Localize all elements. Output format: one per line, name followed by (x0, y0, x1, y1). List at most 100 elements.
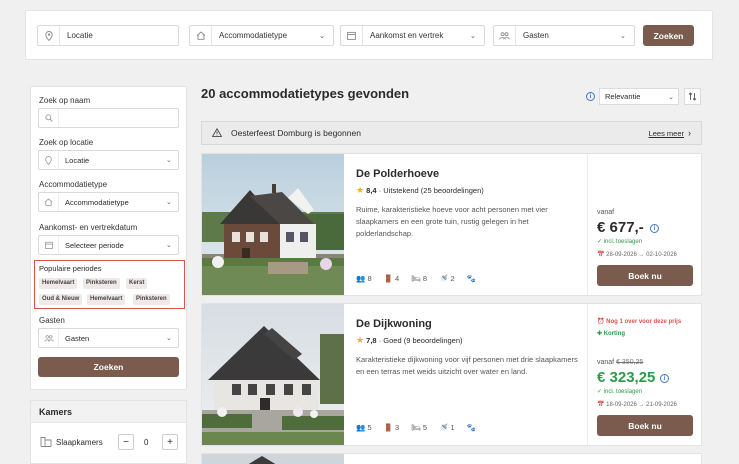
period-chip[interactable]: Oud & Nieuw (39, 294, 83, 305)
house-icon (39, 193, 59, 211)
alert-text: Oesterfeest Domburg is begonnen (231, 128, 361, 138)
beds-amenity: 🛏 8 (411, 274, 427, 283)
accommodation-type-select[interactable]: Accommodatietype ⌄ (189, 25, 334, 46)
chevron-down-icon: ⌄ (620, 32, 626, 40)
rating: ★ 7,8 · Goed (9 beoordelingen) (356, 335, 463, 346)
chevron-down-icon: ⌄ (319, 32, 325, 40)
amenity-value: 5 (422, 423, 428, 432)
accommodation-photo[interactable] (202, 154, 344, 295)
guests-icon: 👥 (356, 423, 366, 432)
location-filter-value: Locatie (65, 155, 90, 165)
price-column: ⏰ Nog 1 over voor deze prijs ✚ Korting v… (587, 304, 702, 445)
stay-dates: 📅 18-09-2026 → 21-09-2026 (597, 402, 677, 408)
type-filter-select[interactable]: Accommodatietype ⌄ (38, 192, 179, 212)
bedrooms-decrement-button[interactable]: − (118, 434, 134, 450)
chevron-down-icon: ⌄ (166, 157, 172, 164)
shower-icon: 🚿 (439, 423, 449, 432)
location-filter-select[interactable]: Locatie ⌄ (38, 150, 179, 170)
amenities-row: 👥 5 🚪 3 🛏 5 🚿 1 🐾 (356, 423, 476, 432)
location-filter-label: Zoek op locatie (39, 138, 94, 147)
chevron-down-icon: ⌄ (470, 32, 476, 40)
info-icon[interactable]: i (650, 224, 659, 233)
popular-periods-label: Populaire periodes (39, 264, 102, 273)
guests-filter-select[interactable]: Gasten ⌄ (38, 328, 179, 348)
rooms-filter: Kamers Slaapkamers − 0 + (30, 400, 187, 464)
rating: ★ 8,4 · Uitstekend (25 beoordelingen) (356, 185, 484, 196)
price-prefix: vanaf (597, 209, 615, 216)
price: € 677,- (597, 219, 644, 236)
incl-surcharges: ✓ incl. toeslagen (597, 239, 643, 245)
read-more-link[interactable]: Lees meer (649, 129, 684, 138)
guests-select[interactable]: Gasten ⌄ (493, 25, 635, 46)
sort-order-icon (688, 92, 697, 101)
price-prefix: vanaf (597, 359, 615, 366)
stay-dates: 📅 28-09-2026 → 02-10-2026 (597, 252, 677, 258)
sort-order-button[interactable] (684, 88, 701, 105)
star-icon: ★ (356, 335, 365, 345)
search-icon (39, 109, 59, 127)
info-icon[interactable]: i (660, 374, 669, 383)
bathrooms-amenity: 🚿 2 (439, 274, 455, 283)
alarm-icon: ⏰ (597, 319, 605, 325)
accommodation-card[interactable]: De Dijkwoning ★ 7,8 · Goed (9 beoordelin… (201, 303, 702, 446)
limited-availability-badge: ⏰ Nog 1 over voor deze prijs (597, 319, 682, 325)
location-pin-icon (38, 26, 60, 45)
dates-select[interactable]: Aankomst en vertrek ⌄ (340, 25, 485, 46)
pets-amenity: 🐾 (467, 274, 476, 283)
book-now-button[interactable]: Boek nu (597, 265, 693, 286)
sidebar-search-button[interactable]: Zoeken (38, 357, 179, 377)
bedrooms-value: 0 (144, 438, 149, 447)
accommodation-card[interactable]: De Polderhoeve ★ 8,4 · Uitstekend (25 be… (201, 153, 702, 296)
sort-select[interactable]: Relevantie ⌄ (599, 88, 679, 105)
results-count-title: 20 accommodatietypes gevonden (201, 86, 410, 101)
chevron-right-icon: › (688, 128, 691, 138)
top-search-button[interactable]: Zoeken (643, 25, 694, 46)
period-chip[interactable]: Kerst (126, 278, 148, 289)
calendar-icon: 📅 (597, 402, 605, 408)
amenity-value: 2 (450, 274, 455, 283)
period-filter-label: Aankomst- en vertrekdatum (39, 223, 138, 232)
amenity-value: 4 (395, 274, 400, 283)
persons-amenity: 👥 8 (356, 274, 372, 283)
chevron-down-icon: ⌄ (668, 93, 674, 101)
period-filter-select[interactable]: Selecteer periode ⌄ (38, 235, 179, 255)
price-column: vanaf € 677,- i ✓ incl. toeslagen 📅 28-0… (587, 154, 702, 295)
rating-score: 7,8 (366, 336, 377, 345)
amenities-row: 👥 8 🚪 4 🛏 8 🚿 2 🐾 (356, 274, 476, 283)
period-chip[interactable]: Hemelvaart (39, 278, 78, 289)
bedrooms-label: Slaapkamers (56, 438, 103, 447)
amenity-value: 1 (450, 423, 455, 432)
discount-badge: ✚ Korting (597, 331, 626, 337)
bedrooms-increment-button[interactable]: + (162, 434, 178, 450)
bathrooms-amenity: 🚿 1 (439, 423, 455, 432)
accommodation-type-label: Accommodatietype (219, 31, 288, 40)
incl-surcharges: ✓ incl. toeslagen (597, 389, 643, 395)
accommodation-card[interactable] (201, 453, 702, 464)
accommodation-photo[interactable] (202, 454, 344, 464)
chevron-down-icon: ⌄ (166, 199, 172, 206)
guests-icon (39, 329, 59, 347)
period-filter-value: Selecteer periode (65, 240, 124, 250)
amenity-value: 8 (367, 274, 372, 283)
house-icon (190, 26, 212, 45)
period-chip[interactable]: Pinksteren (133, 294, 170, 305)
discounted-price: € 323,25 (597, 369, 656, 386)
dates-select-label: Aankomst en vertrek (370, 31, 444, 40)
info-icon[interactable]: i (586, 92, 595, 101)
pet-icon: 🐾 (466, 423, 476, 432)
bedroom-icon: 🚪 (383, 274, 393, 283)
amenity-value: 8 (422, 274, 428, 283)
accommodation-name[interactable]: De Polderhoeve (356, 168, 439, 180)
name-search-input[interactable] (38, 108, 179, 128)
accommodation-name[interactable]: De Dijkwoning (356, 318, 432, 330)
beds-amenity: 🛏 5 (411, 423, 427, 432)
period-chip[interactable]: Hemelvaart (87, 294, 126, 305)
calendar-icon: 📅 (597, 252, 605, 258)
type-filter-value: Accommodatietype (65, 197, 129, 207)
location-select[interactable]: Locatie (37, 25, 179, 46)
name-filter-label: Zoek op naam (39, 96, 91, 105)
bed-icon: 🛏 (411, 423, 421, 432)
period-chip[interactable]: Pinksteren (83, 278, 120, 289)
accommodation-photo[interactable] (202, 304, 344, 445)
book-now-button[interactable]: Boek nu (597, 415, 693, 436)
